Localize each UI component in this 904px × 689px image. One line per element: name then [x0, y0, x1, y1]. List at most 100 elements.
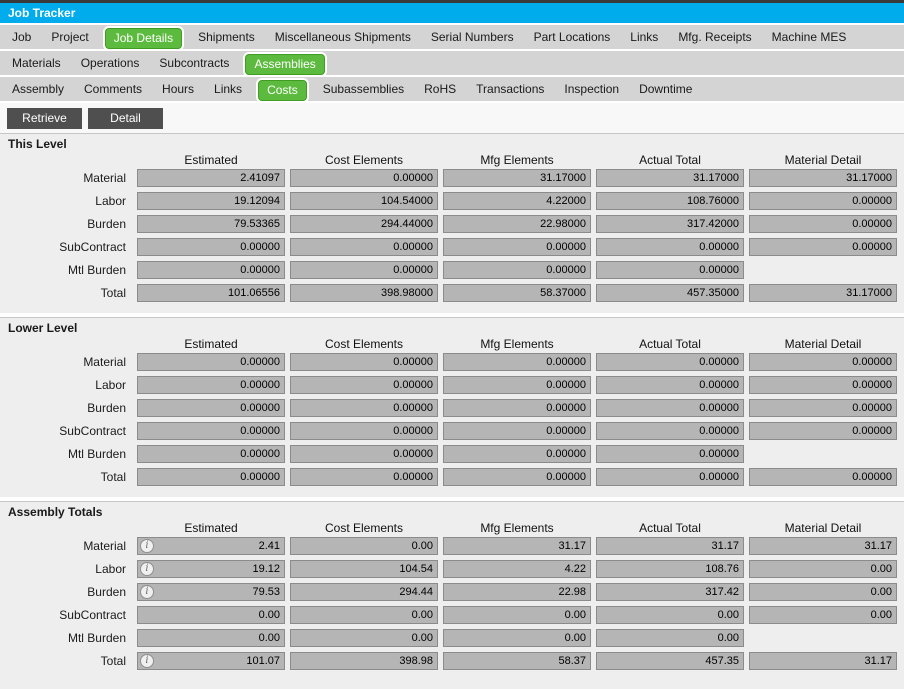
column-header-cost-elements: Cost Elements: [324, 153, 404, 167]
cost-row-total: Total 101.07 i 398.98 58.37 457.35 31.17: [0, 652, 904, 670]
detail-button[interactable]: Detail: [88, 107, 163, 129]
field-subcontract-material-detail: 0.00000: [749, 422, 897, 440]
column-header-material-detail: Material Detail: [784, 153, 862, 167]
field-mtl-burden-cost-elements: 0.00000: [290, 261, 438, 279]
column-header-actual-total: Actual Total: [639, 521, 701, 535]
column-header-row: Estimated Cost Elements Mfg Elements Actual…: [0, 337, 904, 351]
field-total-actual-total: 0.00000: [596, 468, 744, 486]
field-mtl-burden-estimated: 0.00000: [137, 445, 285, 463]
tab-row-assemblies: Assembly Comments Hours Links Costs Subassemb…: [0, 77, 904, 101]
section-this-level: This Level Estimated Cost Elements Mfg Elem…: [0, 133, 904, 313]
tab-serial-numbers[interactable]: Serial Numbers: [421, 25, 524, 49]
tab-links[interactable]: Links: [620, 25, 668, 49]
field-subcontract-actual-total: 0.00000: [596, 238, 744, 256]
field-mtl-burden-estimated: 0.00000: [137, 261, 285, 279]
toolbar: Retrieve Detail: [0, 103, 904, 133]
cost-row-burden: Burden 79.53 i 294.44 22.98 317.42 0.00: [0, 583, 904, 601]
tab-subcontracts[interactable]: Subcontracts: [149, 51, 239, 75]
field-total-mfg-elements: 58.37000: [443, 284, 591, 302]
row-label: Burden: [87, 585, 126, 599]
field-material-mfg-elements: 0.00000: [443, 353, 591, 371]
tab-rohs[interactable]: RoHS: [414, 77, 466, 101]
column-header-cost-elements: Cost Elements: [324, 521, 404, 535]
field-material-actual-total: 0.00000: [596, 353, 744, 371]
tab-costs[interactable]: Costs: [258, 79, 307, 101]
window-title: Job Tracker: [0, 3, 904, 23]
tab-materials[interactable]: Materials: [2, 51, 71, 75]
field-total-cost-elements: 0.00000: [290, 468, 438, 486]
field-burden-material-detail: 0.00000: [749, 215, 897, 233]
tab-part-locations[interactable]: Part Locations: [524, 25, 621, 49]
cost-row-subcontract: SubContract 0.00000 0.00000 0.00000 0.00000 0…: [0, 238, 904, 256]
field-material-cost-elements: 0.00: [290, 537, 438, 555]
tab-hours[interactable]: Hours: [152, 77, 204, 101]
cost-row-material: Material 0.00000 0.00000 0.00000 0.00000 0.00…: [0, 353, 904, 371]
info-icon[interactable]: i: [140, 585, 154, 599]
field-subcontract-actual-total: 0.00000: [596, 422, 744, 440]
field-material-cost-elements: 0.00000: [290, 353, 438, 371]
tab-project[interactable]: Project: [41, 25, 98, 49]
tab-miscellaneous-shipments[interactable]: Miscellaneous Shipments: [265, 25, 421, 49]
cost-row-burden: Burden 0.00000 0.00000 0.00000 0.00000 0.0000…: [0, 399, 904, 417]
tab-subassemblies[interactable]: Subassemblies: [313, 77, 414, 101]
row-label: Labor: [95, 194, 126, 208]
tab-transactions[interactable]: Transactions: [466, 77, 554, 101]
tab-machine-mes[interactable]: Machine MES: [762, 25, 857, 49]
field-mtl-burden-actual-total: 0.00000: [596, 261, 744, 279]
tab-row-job-details: Materials Operations Subcontracts Assemblie…: [0, 51, 904, 75]
field-total-estimated: 0.00000: [137, 468, 285, 486]
tab-inspection[interactable]: Inspection: [554, 77, 629, 101]
row-label: Total: [100, 286, 126, 300]
field-mtl-burden-actual-total: 0.00: [596, 629, 744, 647]
field-subcontract-actual-total: 0.00: [596, 606, 744, 624]
column-header-material-detail: Material Detail: [784, 521, 862, 535]
info-icon[interactable]: i: [140, 539, 154, 553]
column-header-mfg-elements: Mfg Elements: [480, 521, 554, 535]
field-material-estimated: 2.41097: [137, 169, 285, 187]
section-title: Lower Level: [8, 321, 78, 335]
row-label: Total: [100, 654, 126, 668]
section-assembly-totals: Assembly Totals Estimated Cost Elements Mfg…: [0, 501, 904, 689]
tab-comments[interactable]: Comments: [74, 77, 152, 101]
field-total-material-detail: 31.17: [749, 652, 897, 670]
field-material-estimated: 2.41 i: [137, 537, 285, 555]
cost-row-total: Total 101.06556 398.98000 58.37000 457.35000…: [0, 284, 904, 302]
row-label: SubContract: [59, 240, 126, 254]
field-labor-estimated: 19.12094: [137, 192, 285, 210]
section-title: This Level: [8, 137, 67, 151]
field-burden-estimated: 79.53 i: [137, 583, 285, 601]
info-icon[interactable]: i: [140, 654, 154, 668]
column-header-actual-total: Actual Total: [639, 153, 701, 167]
row-label: Labor: [95, 378, 126, 392]
tab-operations[interactable]: Operations: [71, 51, 150, 75]
row-label: Burden: [87, 401, 126, 415]
tab-shipments[interactable]: Shipments: [188, 25, 265, 49]
row-label: Material: [83, 171, 126, 185]
field-mtl-burden-mfg-elements: 0.00: [443, 629, 591, 647]
field-material-estimated: 0.00000: [137, 353, 285, 371]
retrieve-button[interactable]: Retrieve: [7, 107, 82, 129]
section-title: Assembly Totals: [8, 505, 103, 519]
tab-assembly[interactable]: Assembly: [2, 77, 74, 101]
field-mtl-burden-mfg-elements: 0.00000: [443, 261, 591, 279]
field-labor-estimated: 0.00000: [137, 376, 285, 394]
job-tracker-window: Job Tracker Job Project Job Details Shipmen…: [0, 0, 904, 689]
tab-job-details[interactable]: Job Details: [104, 27, 183, 49]
field-material-actual-total: 31.17: [596, 537, 744, 555]
column-header-mfg-elements: Mfg Elements: [480, 153, 554, 167]
field-material-mfg-elements: 31.17: [443, 537, 591, 555]
field-total-mfg-elements: 0.00000: [443, 468, 591, 486]
field-subcontract-material-detail: 0.00000: [749, 238, 897, 256]
tab-mfg-receipts[interactable]: Mfg. Receipts: [668, 25, 761, 49]
cost-row-mtl-burden: Mtl Burden 0.00 0.00 0.00 0.00: [0, 629, 904, 647]
tab-job[interactable]: Job: [2, 25, 41, 49]
field-subcontract-mfg-elements: 0.00000: [443, 422, 591, 440]
cost-row-material: Material 2.41097 0.00000 31.17000 31.17000 31…: [0, 169, 904, 187]
tab-downtime[interactable]: Downtime: [629, 77, 702, 101]
cost-row-labor: Labor 19.12094 104.54000 4.22000 108.76000 0.…: [0, 192, 904, 210]
info-icon[interactable]: i: [140, 562, 154, 576]
tab-links[interactable]: Links: [204, 77, 252, 101]
tab-assemblies[interactable]: Assemblies: [245, 53, 325, 75]
row-label: SubContract: [59, 608, 126, 622]
field-burden-estimated: 79.53365: [137, 215, 285, 233]
